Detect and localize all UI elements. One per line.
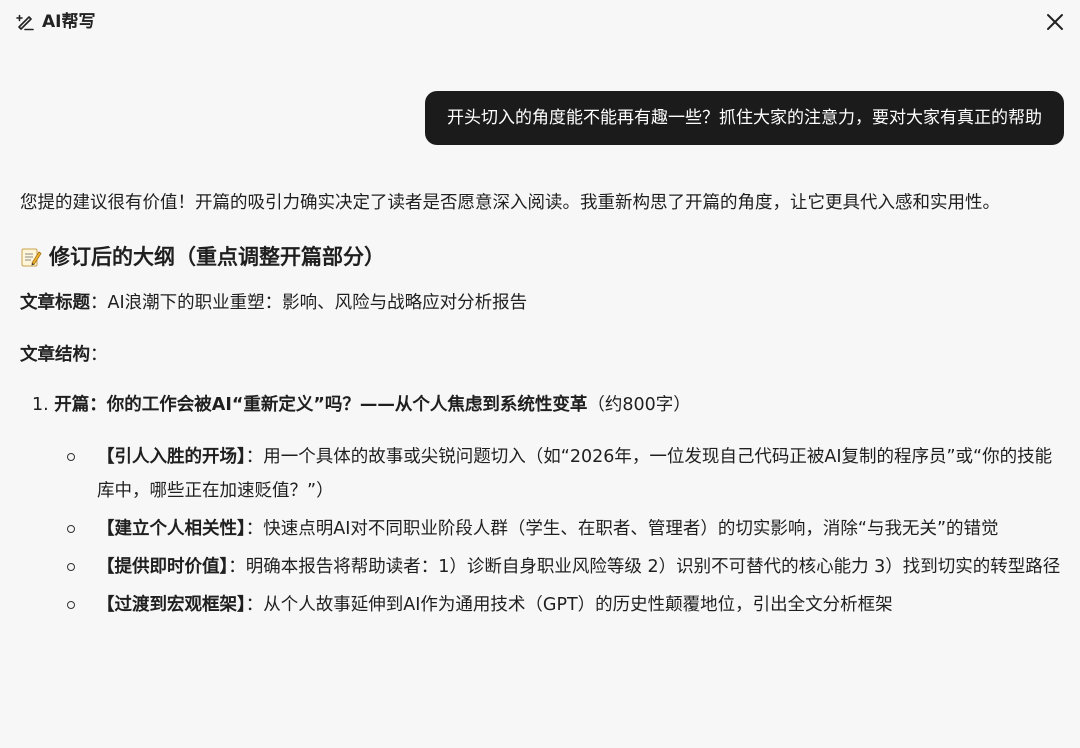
article-title-value: AI浪潮下的职业重塑：影响、风险与战略应对分析报告 [107, 293, 528, 313]
list-item-text: 从个人故事延伸到AI作为通用技术（GPT）的历史性颠覆地位，引出全文分析框架 [263, 595, 893, 615]
list-item-text: 快速点明AI对不同职业阶段人群（学生、在职者、管理者）的切实影响，消除“与我无关… [263, 519, 999, 539]
ai-write-icon [16, 14, 34, 31]
list-item-sep: ： [245, 595, 264, 615]
panel-title: AI帮写 [42, 12, 96, 32]
list-item: 【建立个人相关性】：快速点明AI对不同职业阶段人群（学生、在职者、管理者）的切实… [20, 512, 1066, 546]
section-title: 开篇：你的工作会被AI“重新定义”吗？——从个人焦虑到系统性变革 [54, 395, 588, 415]
list-item-label: 【过渡到宏观框架】 [97, 595, 246, 615]
list-item-sep: ： [245, 447, 264, 467]
bullet-icon [67, 563, 75, 571]
article-structure-sep: ： [90, 345, 108, 365]
list-item-sep: ： [228, 557, 246, 577]
bullet-icon [67, 601, 75, 609]
bullet-icon [67, 525, 75, 533]
article-structure-field: 文章结构： [20, 338, 1066, 372]
list-item: 【过渡到宏观框架】：从个人故事延伸到AI作为通用技术（GPT）的历史性颠覆地位，… [20, 588, 1066, 622]
section-number: 1. [32, 395, 49, 415]
list-item-label: 【建立个人相关性】 [97, 519, 246, 539]
list-item: 【提供即时价值】：明确本报告将帮助读者：1）诊断自身职业风险等级 2）识别不可替… [20, 550, 1066, 584]
article-title-label: 文章标题 [20, 293, 90, 313]
outline-section: 1. 开篇：你的工作会被AI“重新定义”吗？——从个人焦虑到系统性变革（约800… [20, 388, 1066, 422]
article-structure-label: 文章结构 [20, 345, 90, 365]
memo-icon [21, 248, 42, 267]
list-item-label: 【提供即时价值】 [97, 557, 229, 577]
outline-heading-text: 修订后的大纲（重点调整开篇部分） [49, 245, 385, 269]
article-title-field: 文章标题：AI浪潮下的职业重塑：影响、风险与战略应对分析报告 [20, 286, 1066, 320]
section-note: （约800字） [587, 395, 691, 415]
outline-heading: 修订后的大纲（重点调整开篇部分） [20, 240, 1066, 274]
list-item-text: 明确本报告将帮助读者：1）诊断自身职业风险等级 2）识别不可替代的核心能力 3）… [245, 557, 1061, 577]
assistant-response: 您提的建议很有价值！开篇的吸引力确实决定了读者是否愿意深入阅读。我重新构思了开篇… [20, 186, 1066, 626]
article-title-sep: ： [90, 293, 108, 313]
response-intro: 您提的建议很有价值！开篇的吸引力确实决定了读者是否愿意深入阅读。我重新构思了开篇… [20, 193, 1000, 213]
list-item-sep: ： [245, 519, 264, 539]
user-message-bubble: 开头切入的角度能不能再有趣一些？抓住大家的注意力，要对大家有真正的帮助 [425, 91, 1064, 145]
close-icon[interactable] [1044, 11, 1066, 33]
title-bar: AI帮写 [0, 0, 1080, 46]
section-sublist: 【引人入胜的开场】：用一个具体的故事或尖锐问题切入（如“2026年，一位发现自己… [20, 440, 1066, 622]
bullet-icon [67, 453, 75, 461]
list-item: 【引人入胜的开场】：用一个具体的故事或尖锐问题切入（如“2026年，一位发现自己… [20, 440, 1066, 508]
ai-write-panel: AI帮写 开头切入的角度能不能再有趣一些？抓住大家的注意力，要对大家有真正的帮助… [0, 0, 1080, 748]
list-item-label: 【引人入胜的开场】 [97, 447, 246, 467]
